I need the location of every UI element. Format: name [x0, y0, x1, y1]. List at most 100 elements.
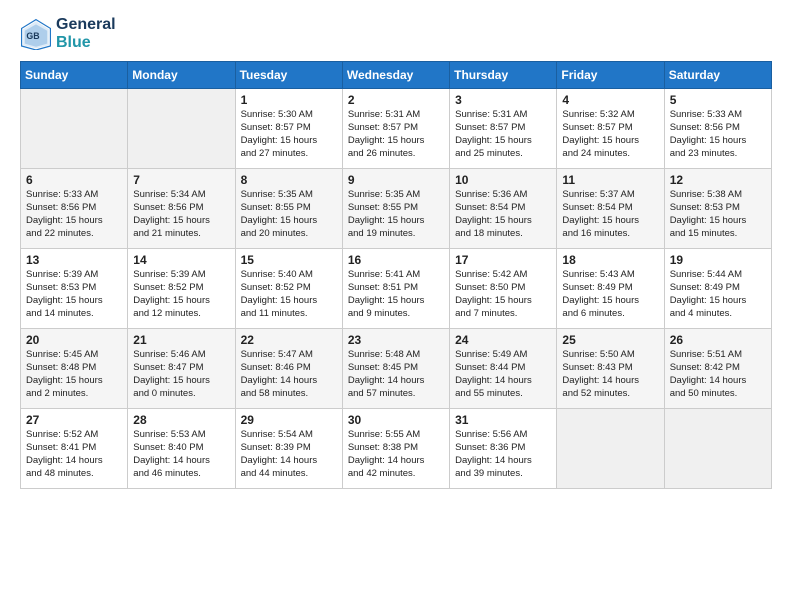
cell-info: Sunrise: 5:54 AM Sunset: 8:39 PM Dayligh…: [241, 429, 337, 480]
calendar-day-header: Friday: [557, 62, 664, 89]
calendar-week-row: 27 Sunrise: 5:52 AM Sunset: 8:41 PM Dayli…: [21, 409, 772, 489]
day-number: 1: [241, 93, 337, 107]
day-number: 4: [562, 93, 658, 107]
page: GB General Blue SundayMondayTuesdayWedne…: [0, 0, 792, 505]
day-number: 3: [455, 93, 551, 107]
calendar-cell: 4 Sunrise: 5:32 AM Sunset: 8:57 PM Daylig…: [557, 89, 664, 169]
calendar-cell: 7Sunrise: 5:34 AM Sunset: 8:56 PM Daylig…: [128, 169, 235, 249]
day-number: 30: [348, 413, 444, 427]
day-number: 26: [670, 333, 766, 347]
logo-text: General Blue: [56, 16, 116, 51]
day-number: 2: [348, 93, 444, 107]
cell-info: Sunrise: 5:30 AM Sunset: 8:57 PM Dayligh…: [241, 109, 337, 160]
calendar-day-header: Wednesday: [342, 62, 449, 89]
cell-info: Sunrise: 5:50 AM Sunset: 8:43 PM Dayligh…: [562, 349, 658, 400]
cell-info: Sunrise: 5:44 AM Sunset: 8:49 PM Dayligh…: [670, 269, 766, 320]
calendar-cell: 8Sunrise: 5:35 AM Sunset: 8:55 PM Daylig…: [235, 169, 342, 249]
cell-info: Sunrise: 5:31 AM Sunset: 8:57 PM Dayligh…: [455, 109, 551, 160]
cell-info: Sunrise: 5:32 AM Sunset: 8:57 PM Dayligh…: [562, 109, 658, 160]
calendar-cell: 31Sunrise: 5:56 AM Sunset: 8:36 PM Dayli…: [450, 409, 557, 489]
logo-icon: GB: [20, 18, 52, 50]
day-number: 13: [26, 253, 122, 267]
calendar-week-row: 6 Sunrise: 5:33 AM Sunset: 8:56 PM Daylig…: [21, 169, 772, 249]
calendar-cell: 11 Sunrise: 5:37 AM Sunset: 8:54 PM Dayli…: [557, 169, 664, 249]
day-number: 5: [670, 93, 766, 107]
calendar-cell: 26 Sunrise: 5:51 AM Sunset: 8:42 PM Dayli…: [664, 329, 771, 409]
cell-info: Sunrise: 5:51 AM Sunset: 8:42 PM Dayligh…: [670, 349, 766, 400]
cell-info: Sunrise: 5:52 AM Sunset: 8:41 PM Dayligh…: [26, 429, 122, 480]
day-number: 21: [133, 333, 229, 347]
cell-info: Sunrise: 5:36 AM Sunset: 8:54 PM Dayligh…: [455, 189, 551, 240]
calendar-week-row: 1 Sunrise: 5:30 AM Sunset: 8:57 PM Daylig…: [21, 89, 772, 169]
calendar-cell: 30 Sunrise: 5:55 AM Sunset: 8:38 PM Dayli…: [342, 409, 449, 489]
calendar-day-header: Saturday: [664, 62, 771, 89]
cell-info: Sunrise: 5:38 AM Sunset: 8:53 PM Dayligh…: [670, 189, 766, 240]
cell-info: Sunrise: 5:41 AM Sunset: 8:51 PM Dayligh…: [348, 269, 444, 320]
day-number: 16: [348, 253, 444, 267]
calendar-cell: 19Sunrise: 5:44 AM Sunset: 8:49 PM Dayli…: [664, 249, 771, 329]
day-number: 29: [241, 413, 337, 427]
day-number: 20: [26, 333, 122, 347]
calendar-cell: [21, 89, 128, 169]
calendar-day-header: Monday: [128, 62, 235, 89]
calendar-cell: 1 Sunrise: 5:30 AM Sunset: 8:57 PM Daylig…: [235, 89, 342, 169]
cell-info: Sunrise: 5:49 AM Sunset: 8:44 PM Dayligh…: [455, 349, 551, 400]
calendar-cell: 14 Sunrise: 5:39 AM Sunset: 8:52 PM Dayli…: [128, 249, 235, 329]
calendar-week-row: 20 Sunrise: 5:45 AM Sunset: 8:48 PM Dayli…: [21, 329, 772, 409]
cell-info: Sunrise: 5:42 AM Sunset: 8:50 PM Dayligh…: [455, 269, 551, 320]
cell-info: Sunrise: 5:48 AM Sunset: 8:45 PM Dayligh…: [348, 349, 444, 400]
calendar-cell: 27 Sunrise: 5:52 AM Sunset: 8:41 PM Dayli…: [21, 409, 128, 489]
calendar-cell: 5 Sunrise: 5:33 AM Sunset: 8:56 PM Daylig…: [664, 89, 771, 169]
cell-info: Sunrise: 5:39 AM Sunset: 8:53 PM Dayligh…: [26, 269, 122, 320]
day-number: 25: [562, 333, 658, 347]
cell-info: Sunrise: 5:46 AM Sunset: 8:47 PM Dayligh…: [133, 349, 229, 400]
day-number: 9: [348, 173, 444, 187]
calendar-cell: 6 Sunrise: 5:33 AM Sunset: 8:56 PM Daylig…: [21, 169, 128, 249]
svg-text:GB: GB: [26, 30, 39, 40]
calendar-cell: 18Sunrise: 5:43 AM Sunset: 8:49 PM Dayli…: [557, 249, 664, 329]
calendar-cell: 22Sunrise: 5:47 AM Sunset: 8:46 PM Dayli…: [235, 329, 342, 409]
calendar-day-header: Thursday: [450, 62, 557, 89]
day-number: 6: [26, 173, 122, 187]
cell-info: Sunrise: 5:53 AM Sunset: 8:40 PM Dayligh…: [133, 429, 229, 480]
day-number: 14: [133, 253, 229, 267]
day-number: 15: [241, 253, 337, 267]
cell-info: Sunrise: 5:45 AM Sunset: 8:48 PM Dayligh…: [26, 349, 122, 400]
cell-info: Sunrise: 5:40 AM Sunset: 8:52 PM Dayligh…: [241, 269, 337, 320]
calendar-cell: 20 Sunrise: 5:45 AM Sunset: 8:48 PM Dayli…: [21, 329, 128, 409]
cell-info: Sunrise: 5:55 AM Sunset: 8:38 PM Dayligh…: [348, 429, 444, 480]
day-number: 24: [455, 333, 551, 347]
day-number: 22: [241, 333, 337, 347]
calendar-cell: 23 Sunrise: 5:48 AM Sunset: 8:45 PM Dayli…: [342, 329, 449, 409]
day-number: 23: [348, 333, 444, 347]
cell-info: Sunrise: 5:37 AM Sunset: 8:54 PM Dayligh…: [562, 189, 658, 240]
cell-info: Sunrise: 5:39 AM Sunset: 8:52 PM Dayligh…: [133, 269, 229, 320]
cell-info: Sunrise: 5:43 AM Sunset: 8:49 PM Dayligh…: [562, 269, 658, 320]
calendar-cell: 21 Sunrise: 5:46 AM Sunset: 8:47 PM Dayli…: [128, 329, 235, 409]
cell-info: Sunrise: 5:31 AM Sunset: 8:57 PM Dayligh…: [348, 109, 444, 160]
calendar-week-row: 13 Sunrise: 5:39 AM Sunset: 8:53 PM Dayli…: [21, 249, 772, 329]
cell-info: Sunrise: 5:35 AM Sunset: 8:55 PM Dayligh…: [348, 189, 444, 240]
calendar-cell: 24 Sunrise: 5:49 AM Sunset: 8:44 PM Dayli…: [450, 329, 557, 409]
day-number: 17: [455, 253, 551, 267]
calendar-cell: 28 Sunrise: 5:53 AM Sunset: 8:40 PM Dayli…: [128, 409, 235, 489]
calendar-day-header: Sunday: [21, 62, 128, 89]
calendar-cell: 2 Sunrise: 5:31 AM Sunset: 8:57 PM Daylig…: [342, 89, 449, 169]
calendar-header-row: SundayMondayTuesdayWednesdayThursdayFrid…: [21, 62, 772, 89]
calendar-day-header: Tuesday: [235, 62, 342, 89]
calendar-cell: 17 Sunrise: 5:42 AM Sunset: 8:50 PM Dayli…: [450, 249, 557, 329]
cell-info: Sunrise: 5:33 AM Sunset: 8:56 PM Dayligh…: [670, 109, 766, 160]
calendar-cell: [664, 409, 771, 489]
day-number: 11: [562, 173, 658, 187]
day-number: 27: [26, 413, 122, 427]
calendar-cell: 9 Sunrise: 5:35 AM Sunset: 8:55 PM Daylig…: [342, 169, 449, 249]
calendar-cell: 10Sunrise: 5:36 AM Sunset: 8:54 PM Dayli…: [450, 169, 557, 249]
day-number: 28: [133, 413, 229, 427]
calendar-table: SundayMondayTuesdayWednesdayThursdayFrid…: [20, 61, 772, 489]
day-number: 7: [133, 173, 229, 187]
cell-info: Sunrise: 5:56 AM Sunset: 8:36 PM Dayligh…: [455, 429, 551, 480]
cell-info: Sunrise: 5:33 AM Sunset: 8:56 PM Dayligh…: [26, 189, 122, 240]
logo: GB General Blue: [20, 16, 116, 51]
calendar-cell: [557, 409, 664, 489]
calendar-cell: 13 Sunrise: 5:39 AM Sunset: 8:53 PM Dayli…: [21, 249, 128, 329]
